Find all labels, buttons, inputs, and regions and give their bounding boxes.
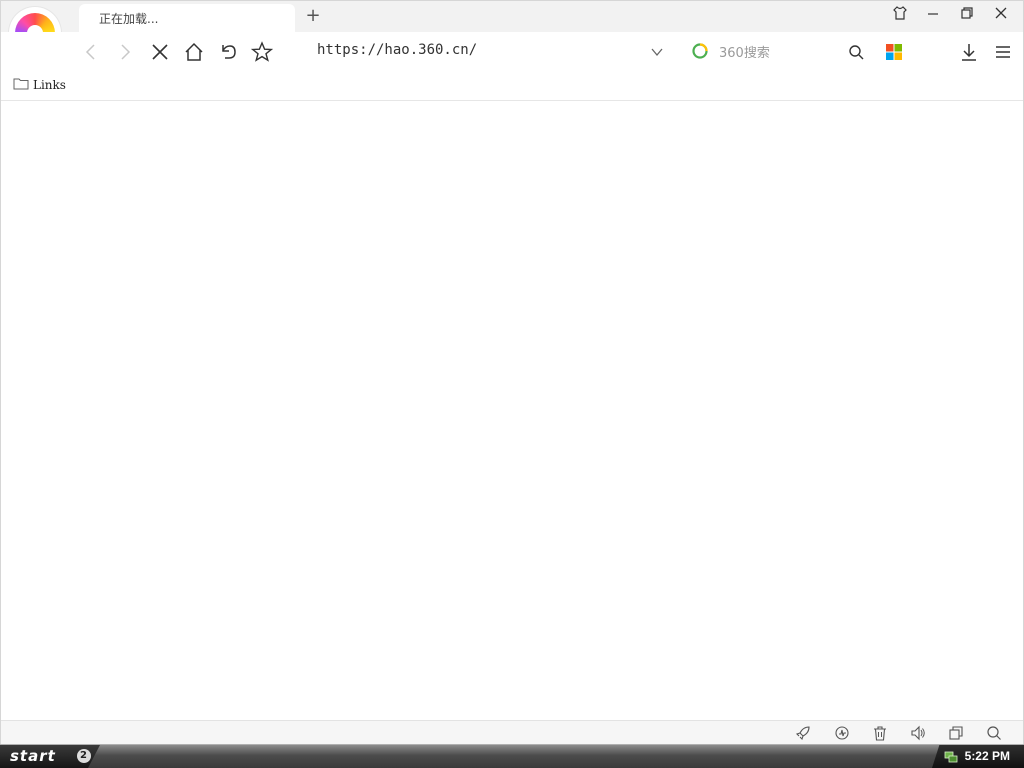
search-input[interactable]: 360搜索 bbox=[719, 42, 770, 61]
address-bar[interactable]: https://hao.360.cn/ bbox=[317, 42, 477, 58]
browser-window: 正在加载... + https://hao.360.cn/ 360搜索 Link… bbox=[0, 0, 1024, 745]
title-bar: 正在加载... + bbox=[1, 1, 1023, 59]
start-button[interactable]: start 2 bbox=[0, 745, 100, 768]
zoom-icon[interactable] bbox=[985, 724, 1003, 742]
minimize-icon[interactable] bbox=[920, 5, 946, 27]
bookmarks-bar: Links bbox=[1, 72, 1023, 101]
360-search-logo-icon bbox=[691, 42, 709, 60]
dropdown-chevron-icon[interactable] bbox=[643, 38, 671, 66]
undo-icon[interactable] bbox=[214, 38, 242, 66]
start-orb-icon: 2 bbox=[77, 749, 91, 763]
page-content-area[interactable] bbox=[1, 101, 1023, 719]
start-label: start bbox=[10, 747, 56, 765]
menu-icon[interactable] bbox=[989, 38, 1017, 66]
search-icon[interactable] bbox=[842, 38, 870, 66]
close-icon[interactable] bbox=[988, 5, 1014, 27]
tab-title: 正在加载... bbox=[99, 12, 159, 26]
window-icon[interactable] bbox=[947, 724, 965, 742]
back-icon[interactable] bbox=[77, 38, 105, 66]
apps-grid-icon[interactable] bbox=[880, 38, 908, 66]
clock[interactable]: 5:22 PM bbox=[965, 749, 1010, 763]
network-icon[interactable] bbox=[944, 749, 958, 763]
bookmark-folder-links[interactable]: Links bbox=[13, 77, 66, 93]
volume-icon[interactable] bbox=[909, 724, 927, 742]
search-box[interactable]: 360搜索 bbox=[691, 38, 831, 64]
forward-icon[interactable] bbox=[111, 38, 139, 66]
restore-icon[interactable] bbox=[954, 5, 980, 27]
favorite-star-icon[interactable] bbox=[248, 38, 276, 66]
skin-icon[interactable] bbox=[887, 5, 913, 27]
trash-icon[interactable] bbox=[871, 724, 889, 742]
navigation-toolbar: https://hao.360.cn/ 360搜索 bbox=[1, 32, 1023, 72]
browser-doctor-icon[interactable] bbox=[833, 724, 851, 742]
new-tab-button[interactable]: + bbox=[303, 5, 323, 27]
tab-active[interactable]: 正在加载... bbox=[79, 4, 295, 32]
bookmark-label: Links bbox=[33, 78, 66, 92]
download-icon[interactable] bbox=[955, 38, 983, 66]
accelerate-rocket-icon[interactable] bbox=[794, 724, 812, 742]
stop-icon[interactable] bbox=[146, 38, 174, 66]
system-tray: 5:22 PM bbox=[932, 745, 1024, 768]
taskbar: start 2 5:22 PM bbox=[0, 744, 1024, 768]
home-icon[interactable] bbox=[180, 38, 208, 66]
folder-icon bbox=[13, 77, 29, 93]
status-bar bbox=[1, 720, 1023, 745]
